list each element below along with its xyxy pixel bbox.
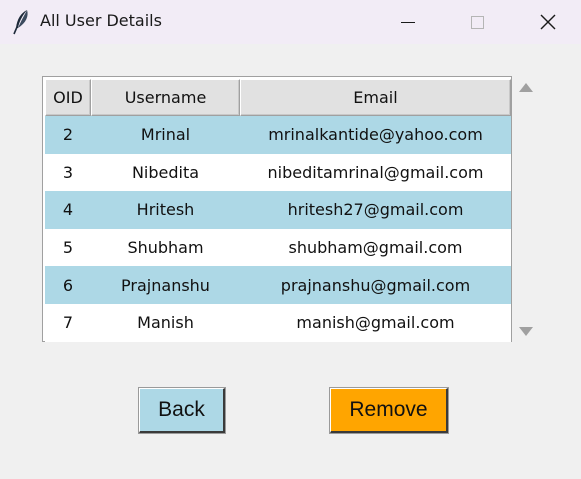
cell-username: Manish [137, 313, 194, 333]
table-row[interactable]: 5 Shubham shubham@gmail.com [45, 228, 511, 267]
cell-oid: 7 [62, 313, 74, 333]
vertical-scrollbar[interactable] [517, 76, 535, 342]
cell-oid: 2 [62, 125, 74, 145]
table-row[interactable]: 3 Nibedita nibeditamrinal@gmail.com [45, 153, 511, 192]
maximize-button[interactable] [454, 0, 500, 44]
minimize-button[interactable] [385, 0, 431, 44]
cell-email: hritesh27@gmail.com [287, 200, 464, 220]
table-row[interactable]: 6 Prajnanshu prajnanshu@gmail.com [45, 266, 511, 304]
cell-email: shubham@gmail.com [288, 238, 463, 258]
cell-username: Prajnanshu [121, 275, 210, 295]
cell-email: mrinalkantide@yahoo.com [268, 125, 483, 145]
table-row[interactable]: 2 Mrinal mrinalkantide@yahoo.com [45, 116, 511, 154]
cell-username: Nibedita [131, 162, 200, 182]
cell-username: Shubham [127, 238, 204, 258]
back-button[interactable]: Back [138, 387, 226, 434]
title-bar: All User Details [0, 0, 581, 44]
close-button[interactable] [525, 0, 571, 44]
table-row[interactable]: 4 Hritesh hritesh27@gmail.com [45, 191, 511, 229]
cell-username: Mrinal [140, 125, 191, 145]
column-header-oid[interactable]: OID [45, 79, 91, 116]
scroll-down-arrow-icon[interactable] [519, 327, 533, 336]
cell-email: prajnanshu@gmail.com [280, 275, 471, 295]
cell-oid: 3 [62, 162, 74, 182]
user-details-table[interactable]: OID Username Email 2 Mrinal mrinalkantid… [42, 76, 512, 342]
feather-icon [13, 10, 28, 35]
cell-oid: 4 [62, 200, 74, 220]
cell-email: nibeditamrinal@gmail.com [267, 162, 484, 182]
cell-email: manish@gmail.com [296, 313, 455, 333]
scroll-up-arrow-icon[interactable] [519, 83, 533, 92]
column-header-email[interactable]: Email [240, 79, 511, 116]
remove-button[interactable]: Remove [329, 387, 449, 434]
table-header: OID Username Email [45, 79, 511, 116]
window-title: All User Details [40, 11, 162, 30]
close-icon [540, 14, 556, 30]
cell-username: Hritesh [136, 200, 195, 220]
column-header-username[interactable]: Username [91, 79, 240, 116]
minimize-icon [401, 21, 415, 23]
table-row[interactable]: 7 Manish manish@gmail.com [45, 303, 511, 342]
table-body: 2 Mrinal mrinalkantide@yahoo.com 3 Nibed… [45, 116, 511, 342]
cell-oid: 6 [62, 275, 74, 295]
cell-oid: 5 [62, 238, 74, 258]
maximize-icon [470, 15, 484, 29]
